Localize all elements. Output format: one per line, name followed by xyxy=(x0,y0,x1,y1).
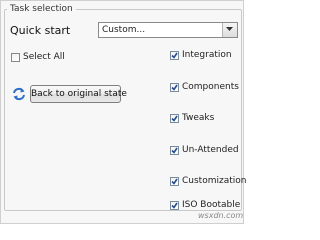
refresh-arrows-icon xyxy=(13,87,25,101)
customization-label[interactable]: Customization xyxy=(182,176,246,187)
checkmark-icon xyxy=(171,147,178,154)
iso-bootable-checkbox[interactable] xyxy=(170,201,179,210)
window-frame: Task selection Quick start Custom... Sel… xyxy=(0,0,246,224)
group-title: Task selection xyxy=(7,3,76,15)
task-selection-group: Task selection Quick start Custom... Sel… xyxy=(4,3,246,211)
checkmark-icon xyxy=(171,202,178,209)
tweaks-checkbox[interactable] xyxy=(170,114,179,123)
back-to-original-state-button[interactable]: Back to original state xyxy=(30,85,127,103)
watermark: wsxdn.com xyxy=(198,211,244,220)
customization-checkbox[interactable] xyxy=(170,177,179,186)
quick-start-label: Quick start xyxy=(10,24,71,37)
chevron-down-icon xyxy=(226,27,233,31)
checkmark-icon xyxy=(171,115,178,122)
tweaks-label[interactable]: Tweaks xyxy=(182,113,214,124)
dropdown-arrow-button[interactable] xyxy=(222,23,237,37)
quick-start-value: Custom... xyxy=(102,25,146,35)
checkmark-icon xyxy=(171,84,178,91)
checkmark-icon xyxy=(171,52,178,59)
select-all-checkbox[interactable] xyxy=(11,53,20,62)
checkmark-icon xyxy=(171,178,178,185)
quick-start-dropdown[interactable]: Custom... xyxy=(98,22,238,38)
un-attended-label[interactable]: Un-Attended xyxy=(182,145,239,156)
iso-bootable-label[interactable]: ISO Bootable xyxy=(182,200,240,211)
integration-label[interactable]: Integration xyxy=(182,50,232,61)
select-all-label[interactable]: Select All xyxy=(23,52,65,63)
un-attended-checkbox[interactable] xyxy=(170,146,179,155)
integration-checkbox[interactable] xyxy=(170,51,179,60)
components-checkbox[interactable] xyxy=(170,83,179,92)
components-label[interactable]: Components xyxy=(182,82,239,93)
